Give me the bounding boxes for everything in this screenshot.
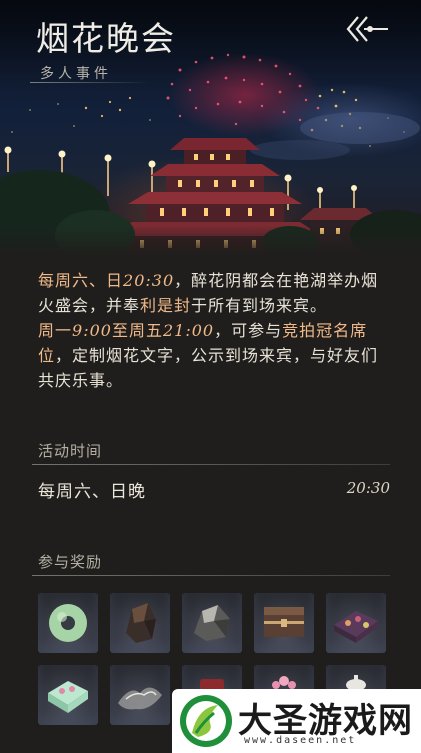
description-text: ，定制烟花文字，公示到场来宾，与好友们共庆乐事。 bbox=[38, 346, 379, 390]
rewards-section-title: 参与奖励 bbox=[38, 553, 103, 571]
schedule-days: 每周六、日晚 bbox=[38, 482, 146, 502]
back-arrow-icon bbox=[346, 16, 388, 42]
description-text: 于所有到场来宾。 bbox=[191, 296, 328, 315]
schedule-divider bbox=[32, 464, 390, 465]
bid-start-day-highlight: 周一 bbox=[38, 321, 73, 340]
event-description: 每周六、日20:30，醉花阴都会在艳湖举办烟火盛会，并奉利是封于所有到场来宾。 … bbox=[38, 268, 394, 393]
rewards-divider bbox=[32, 575, 390, 576]
jade-box-icon bbox=[48, 681, 88, 713]
jade-ring-icon bbox=[49, 604, 87, 642]
description-text: ，可参与 bbox=[214, 321, 283, 340]
subtitle-divider bbox=[30, 82, 150, 83]
reward-slot-5[interactable] bbox=[326, 593, 386, 653]
dark-ore-icon bbox=[126, 603, 156, 643]
description-paragraph-1: 每周六、日20:30，醉花阴都会在艳湖举办烟火盛会，并奉利是封于所有到场来宾。 bbox=[38, 268, 394, 318]
schedule-section-title: 活动时间 bbox=[38, 442, 103, 460]
site-logo-icon bbox=[180, 695, 232, 747]
site-watermark: 大圣游戏网 www.daseen.net bbox=[172, 689, 421, 753]
description-paragraph-2: 周一9:00至周五21:00，可参与竞拍冠名席位，定制烟花文字，公示到场来宾，与… bbox=[38, 318, 394, 393]
bid-end-time-highlight: 21:00 bbox=[162, 321, 215, 340]
reward-name-highlight: 利是封 bbox=[140, 296, 192, 315]
reward-slot-6[interactable] bbox=[38, 665, 98, 725]
page-title: 烟花晚会 bbox=[36, 19, 176, 58]
treasure-chest-icon bbox=[264, 607, 304, 637]
event-time-highlight: 20:30 bbox=[123, 271, 175, 290]
back-button[interactable] bbox=[340, 12, 390, 46]
reward-slot-7[interactable] bbox=[110, 665, 170, 725]
bid-start-time-highlight: 9:00 bbox=[72, 321, 112, 340]
bid-end-day-highlight: 至周五 bbox=[111, 321, 163, 340]
hero-banner: 烟花晚会 多人事件 bbox=[0, 0, 421, 255]
schedule-time: 20:30 bbox=[346, 479, 390, 497]
silver-ore-icon bbox=[194, 605, 230, 641]
reward-slot-1[interactable] bbox=[38, 593, 98, 653]
reward-slot-3[interactable] bbox=[182, 593, 242, 653]
silver-ingot-icon bbox=[118, 687, 162, 710]
jewel-box-icon bbox=[334, 611, 378, 643]
reward-slot-4[interactable] bbox=[254, 593, 314, 653]
event-type-subtitle: 多人事件 bbox=[40, 66, 112, 82]
site-url: www.daseen.net bbox=[244, 735, 357, 746]
weekend-days-highlight: 每周六、日 bbox=[38, 271, 124, 290]
reward-slot-2[interactable] bbox=[110, 593, 170, 653]
schedule-row: 每周六、日晚 20:30 bbox=[38, 477, 390, 502]
